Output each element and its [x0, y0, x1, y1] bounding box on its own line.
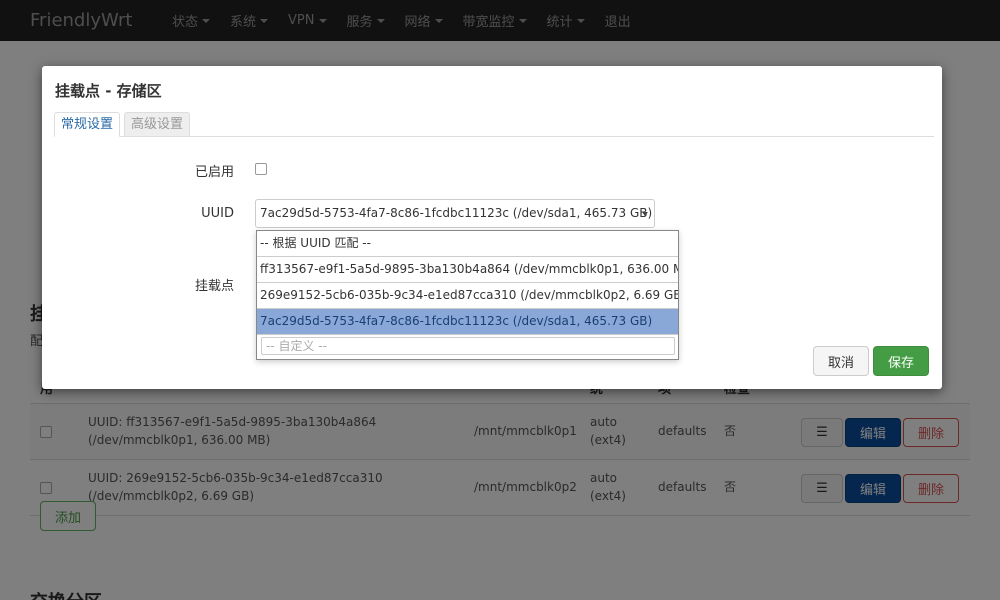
dialog-tabs: 常规设置 高级设置	[54, 112, 934, 137]
dropdown-option[interactable]: 269e9152-5cb6-035b-9c34-e1ed87cca310 (/d…	[257, 283, 678, 309]
dialog-title: 挂载点 - 存储区	[55, 82, 162, 100]
cancel-button[interactable]: 取消	[813, 346, 869, 376]
dropdown-option-selected[interactable]: 7ac29d5d-5753-4fa7-8c86-1fcdbc11123c (/d…	[257, 309, 678, 335]
save-button[interactable]: 保存	[873, 346, 929, 376]
mountpoint-label: 挂载点	[194, 279, 234, 294]
uuid-select-value: 7ac29d5d-5753-4fa7-8c86-1fcdbc11123c (/d…	[260, 206, 653, 220]
uuid-dropdown-list: -- 根据 UUID 匹配 -- ff313567-e9f1-5a5d-9895…	[256, 230, 679, 360]
enabled-checkbox[interactable]	[255, 163, 267, 175]
dropdown-option[interactable]: ff313567-e9f1-5a5d-9895-3ba130b4a864 (/d…	[257, 257, 678, 283]
chevron-down-icon	[642, 212, 648, 216]
enabled-label: 已启用	[194, 165, 234, 180]
tab-advanced[interactable]: 高级设置	[124, 112, 191, 137]
mount-edit-dialog: 挂载点 - 存储区 常规设置 高级设置 已启用 UUID 7ac29d5d-57…	[42, 66, 942, 389]
uuid-label: UUID	[201, 206, 234, 221]
custom-uuid-input[interactable]: -- 自定义 --	[261, 337, 675, 355]
tab-general[interactable]: 常规设置	[54, 112, 121, 137]
uuid-select[interactable]: 7ac29d5d-5753-4fa7-8c86-1fcdbc11123c (/d…	[255, 199, 655, 228]
dropdown-option[interactable]: -- 根据 UUID 匹配 --	[257, 231, 678, 257]
